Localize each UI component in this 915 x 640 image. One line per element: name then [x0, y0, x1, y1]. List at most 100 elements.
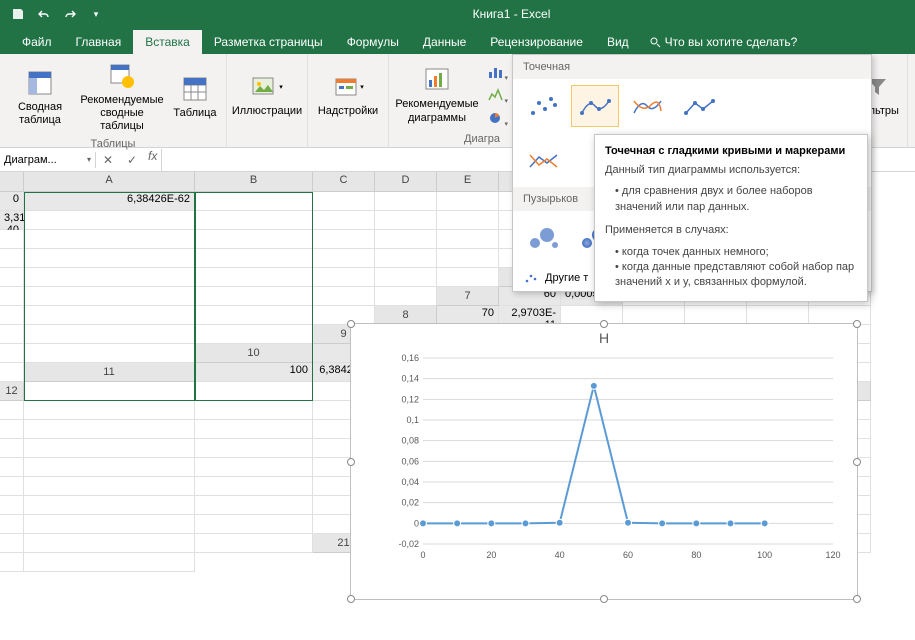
cell-blank[interactable]	[24, 496, 195, 515]
row-header-11[interactable]: 11	[24, 363, 195, 382]
cancel-formula-button[interactable]: ✕	[96, 149, 120, 171]
cell-blank[interactable]	[195, 230, 313, 249]
col-header-C[interactable]: C	[313, 172, 375, 192]
cell-blank[interactable]	[0, 534, 24, 553]
cell-blank[interactable]	[437, 230, 499, 249]
cell-blank[interactable]	[0, 287, 24, 306]
cell-blank[interactable]	[195, 477, 313, 496]
scatter-smooth-markers-option[interactable]	[571, 85, 619, 127]
tab-file[interactable]: Файл	[10, 30, 64, 54]
table-button[interactable]: Таблица	[170, 71, 220, 122]
col-header-A[interactable]: A	[24, 172, 195, 192]
cell-blank[interactable]	[437, 211, 499, 230]
row-header-12[interactable]: 12	[0, 382, 24, 401]
cell-blank[interactable]	[437, 192, 499, 211]
tab-view[interactable]: Вид	[595, 30, 641, 54]
cell-blank[interactable]	[195, 306, 313, 325]
tell-me-search[interactable]: Что вы хотите сделать?	[641, 30, 806, 54]
qat-customize[interactable]: ▾	[84, 2, 108, 26]
cell-blank[interactable]	[195, 268, 313, 287]
cell-blank[interactable]	[24, 553, 195, 572]
cell-blank[interactable]	[0, 344, 24, 363]
cell-blank[interactable]	[195, 401, 313, 420]
scatter-smooth-option[interactable]	[623, 85, 671, 127]
cell-blank[interactable]	[195, 458, 313, 477]
cell-blank[interactable]	[313, 268, 375, 287]
cell-blank[interactable]	[24, 344, 195, 363]
cell-blank[interactable]	[375, 287, 437, 306]
cell-blank[interactable]	[24, 515, 195, 534]
cell-blank[interactable]	[0, 363, 24, 382]
cell-blank[interactable]	[195, 515, 313, 534]
cell-blank[interactable]	[24, 439, 195, 458]
cell-blank[interactable]	[195, 192, 313, 211]
cell-blank[interactable]	[375, 230, 437, 249]
cell-blank[interactable]	[24, 230, 195, 249]
cell-blank[interactable]	[0, 268, 24, 287]
cell-blank[interactable]	[0, 458, 24, 477]
chart-title[interactable]: Н	[351, 324, 857, 352]
redo-button[interactable]	[58, 2, 82, 26]
cell-blank[interactable]	[0, 306, 24, 325]
cell-B14[interactable]	[0, 420, 24, 439]
cell-blank[interactable]	[24, 268, 195, 287]
cell-blank[interactable]	[375, 192, 437, 211]
tab-review[interactable]: Рецензирование	[478, 30, 595, 54]
cell-blank[interactable]	[313, 192, 375, 211]
cell-blank[interactable]	[313, 249, 375, 268]
cell-blank[interactable]	[24, 420, 195, 439]
col-header-B[interactable]: B	[195, 172, 313, 192]
cell-blank[interactable]	[0, 439, 24, 458]
cell-B1[interactable]: 6,38426E-62	[24, 192, 195, 211]
tab-data[interactable]: Данные	[411, 30, 478, 54]
illustrations-button[interactable]: ▾ Иллюстрации	[233, 69, 301, 120]
cell-A13[interactable]	[0, 401, 24, 420]
row-header-7[interactable]: 7	[437, 287, 499, 306]
recommended-pivot-button[interactable]: Рекомендуемые сводные таблицы	[78, 58, 166, 136]
pivot-table-button[interactable]: Сводная таблица	[6, 65, 74, 129]
cell-blank[interactable]	[375, 249, 437, 268]
cell-A11[interactable]: 100	[195, 363, 313, 382]
cell-blank[interactable]	[24, 325, 195, 344]
cell-blank[interactable]	[0, 515, 24, 534]
scatter-lines-option[interactable]	[519, 139, 567, 181]
cell-blank[interactable]	[375, 268, 437, 287]
tab-formulas[interactable]: Формулы	[335, 30, 411, 54]
cell-blank[interactable]	[24, 458, 195, 477]
recommended-charts-button[interactable]: Рекомендуемые диаграммы	[395, 62, 479, 126]
cell-blank[interactable]	[24, 534, 195, 553]
cell-blank[interactable]	[0, 325, 24, 344]
cell-B2[interactable]: 3,31005E-40	[0, 211, 24, 230]
col-header-E[interactable]: E	[437, 172, 499, 192]
cell-blank[interactable]	[437, 268, 499, 287]
bubble-option[interactable]	[519, 217, 567, 259]
hierarchy-chart-button[interactable]	[483, 84, 509, 106]
addins-button[interactable]: ▾ Надстройки	[314, 69, 382, 120]
select-all-corner[interactable]	[0, 172, 24, 192]
cell-blank[interactable]	[195, 211, 313, 230]
cell-A1[interactable]: 0	[0, 192, 24, 211]
cell-blank[interactable]	[375, 211, 437, 230]
cell-blank[interactable]	[195, 496, 313, 515]
embedded-chart[interactable]: Н -0,0200,020,040,060,080,10,120,140,160…	[350, 323, 858, 600]
cell-blank[interactable]	[437, 249, 499, 268]
row-header-10[interactable]: 10	[195, 344, 313, 363]
scatter-lines-markers-option[interactable]	[675, 85, 723, 127]
cell-blank[interactable]	[24, 211, 195, 230]
cell-B12[interactable]	[195, 382, 313, 401]
cell-blank[interactable]	[313, 230, 375, 249]
cell-blank[interactable]	[195, 325, 313, 344]
tab-layout[interactable]: Разметка страницы	[202, 30, 335, 54]
cell-B13[interactable]	[24, 401, 195, 420]
save-button[interactable]	[6, 2, 30, 26]
col-header-D[interactable]: D	[375, 172, 437, 192]
cell-blank[interactable]	[195, 420, 313, 439]
cell-blank[interactable]	[24, 477, 195, 496]
chart-plot-area[interactable]: -0,0200,020,040,060,080,10,120,140,16020…	[389, 354, 841, 564]
pie-chart-button[interactable]	[483, 107, 509, 129]
cell-blank[interactable]	[195, 249, 313, 268]
cell-blank[interactable]	[313, 211, 375, 230]
undo-button[interactable]	[32, 2, 56, 26]
cell-blank[interactable]	[0, 249, 24, 268]
name-box[interactable]: Диаграм...▾	[0, 152, 96, 168]
